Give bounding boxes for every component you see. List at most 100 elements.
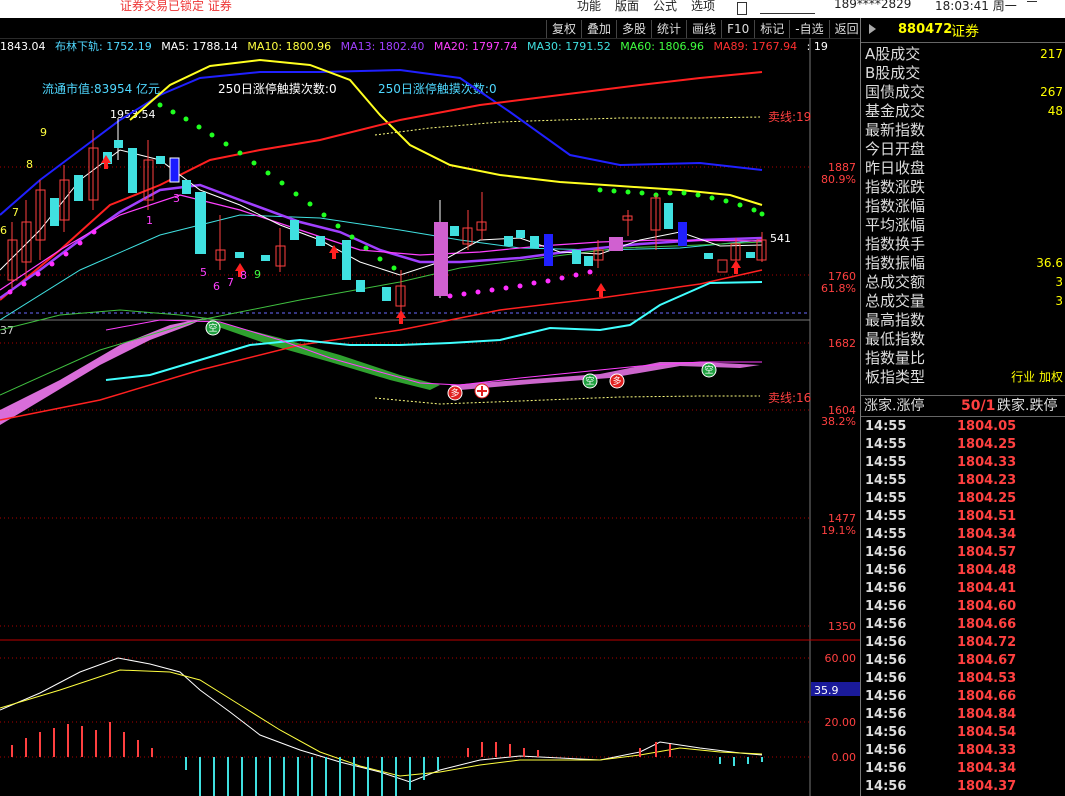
limit-touch-label-b: 250日涨停触摸次数:0 <box>378 81 497 96</box>
account-phone: 189****2829 <box>834 0 912 11</box>
stat-row: 今日开盘 <box>865 140 1065 159</box>
tick-price: 1804.37 <box>957 779 1017 794</box>
tick-price: 1804.23 <box>957 473 1017 488</box>
tick-row: 14:56 1804.72 <box>863 634 1063 652</box>
tick-price: 1804.66 <box>957 689 1017 704</box>
tick-row: 14:55 1804.25 <box>863 436 1063 454</box>
tick-price: 1804.66 <box>957 617 1017 632</box>
restore-rights-button[interactable]: 复权 <box>546 20 581 38</box>
pct-label-61: 61.8% <box>821 282 856 295</box>
sell-line-bottom: 卖线:16 <box>768 391 811 405</box>
tick-time: 14:56 <box>865 599 907 614</box>
tick-price: 1804.33 <box>957 455 1017 470</box>
tick-price: 1804.54 <box>957 725 1017 740</box>
stat-row: 指数换手 <box>865 235 1065 254</box>
tick-time: 14:55 <box>865 491 907 506</box>
overlay-button[interactable]: 叠加 <box>581 20 616 38</box>
sub-label-60: 60.00 <box>825 652 857 665</box>
tick-row: 14:56 1804.66 <box>863 616 1063 634</box>
tab-up-count[interactable]: 涨家.涨停 <box>864 396 924 416</box>
menu-layout[interactable]: 版面 <box>615 0 639 14</box>
stat-label: 最新指数 <box>865 121 926 139</box>
download-bar <box>760 2 815 14</box>
tick-time: 14:56 <box>865 671 907 686</box>
tick-time: 14:56 <box>865 779 907 794</box>
tick-time: 14:55 <box>865 455 907 470</box>
svg-text:9: 9 <box>40 126 47 139</box>
svg-text:3: 3 <box>173 192 180 205</box>
ma13-line <box>0 183 763 300</box>
tick-row: 14:56 1804.34 <box>863 760 1063 778</box>
pct-label-38: 38.2% <box>821 415 856 428</box>
stat-row: 基金成交 48 <box>865 102 1065 121</box>
remove-watchlist-button[interactable]: -自选 <box>789 20 828 38</box>
tick-price: 1804.34 <box>957 527 1017 542</box>
tick-time: 14:55 <box>865 437 907 452</box>
statistics-button[interactable]: 统计 <box>651 20 686 38</box>
expand-arrow-icon[interactable] <box>869 24 876 34</box>
stat-row: 指数振幅 36.6 <box>865 254 1065 273</box>
svg-text:多: 多 <box>612 375 621 387</box>
sar-dots-green <box>157 102 765 271</box>
stat-label: A股成交 <box>865 45 921 63</box>
pink-band <box>0 318 205 425</box>
tick-time: 14:56 <box>865 707 907 722</box>
macd-red-bars <box>11 722 671 757</box>
tick-time: 14:56 <box>865 545 907 560</box>
stat-value: 36.6 <box>1036 256 1063 270</box>
tick-row: 14:55 1804.34 <box>863 526 1063 544</box>
stat-label: 指数涨幅 <box>865 197 926 215</box>
stat-value: 3 <box>1055 294 1063 308</box>
menu-formula[interactable]: 公式 <box>653 0 677 14</box>
tick-row: 14:56 1804.57 <box>863 544 1063 562</box>
y-label-1350: 1350 <box>828 620 856 633</box>
minimize-icon[interactable] <box>1027 1 1037 2</box>
multi-stock-button[interactable]: 多股 <box>616 20 651 38</box>
tick-row: 14:56 1804.66 <box>863 688 1063 706</box>
stat-label: B股成交 <box>865 64 921 82</box>
menu-options[interactable]: 选项 <box>691 0 715 14</box>
current-price-label: 541 <box>770 232 791 245</box>
tick-time: 14:56 <box>865 653 907 668</box>
float-cap-label: 流通市值:83954 亿元 <box>42 81 160 96</box>
stat-label: 平均涨幅 <box>865 216 926 234</box>
tick-row: 14:55 1804.33 <box>863 454 1063 472</box>
trade-lock-warning: 证券交易已锁定 证券 <box>120 0 232 13</box>
tab-down-count[interactable]: 跌家.跌停 <box>997 396 1057 416</box>
stat-row: 指数涨幅 <box>865 197 1065 216</box>
stat-value: 267 <box>1040 85 1063 99</box>
tick-price: 1804.25 <box>957 437 1017 452</box>
stat-row: 指数涨跌 <box>865 178 1065 197</box>
sub-ma-line <box>105 319 762 386</box>
stat-label: 最低指数 <box>865 330 926 348</box>
tick-price: 1804.84 <box>957 707 1017 722</box>
tick-price: 1804.05 <box>957 419 1017 434</box>
svg-text:空: 空 <box>208 322 217 334</box>
stat-label: 总成交量 <box>865 292 926 310</box>
mark-button[interactable]: 标记 <box>754 20 789 38</box>
mobile-icon[interactable] <box>737 2 747 15</box>
sub-value: 35.9 <box>814 684 839 697</box>
menu-function[interactable]: 功能 <box>577 0 601 14</box>
stat-label: 基金成交 <box>865 102 926 120</box>
stat-row: 总成交额 3 <box>865 273 1065 292</box>
draw-line-button[interactable]: 画线 <box>686 20 721 38</box>
tick-price: 1804.33 <box>957 743 1017 758</box>
tick-time: 14:56 <box>865 617 907 632</box>
tick-tabs: 涨家.涨停 50/1 跌家.跌停 <box>861 395 1065 417</box>
tick-row: 14:56 1804.67 <box>863 652 1063 670</box>
y-label-1682: 1682 <box>828 337 856 350</box>
tick-time: 14:56 <box>865 635 907 650</box>
back-button[interactable]: 返回 <box>828 20 864 38</box>
tick-price: 1804.34 <box>957 761 1017 776</box>
stat-label: 昨日收盘 <box>865 159 926 177</box>
stat-row: 平均涨幅 <box>865 216 1065 235</box>
tick-price: 1804.60 <box>957 599 1017 614</box>
svg-text:空: 空 <box>704 364 713 376</box>
kline-chart[interactable]: 1887 80.9% 1760 61.8% 1682 1604 38.2% 14… <box>0 38 860 796</box>
tick-time: 14:55 <box>865 419 907 434</box>
tick-price: 1804.41 <box>957 581 1017 596</box>
f10-button[interactable]: F10 <box>721 20 754 38</box>
sell-line-lower <box>374 395 760 405</box>
tick-price: 1804.25 <box>957 491 1017 506</box>
